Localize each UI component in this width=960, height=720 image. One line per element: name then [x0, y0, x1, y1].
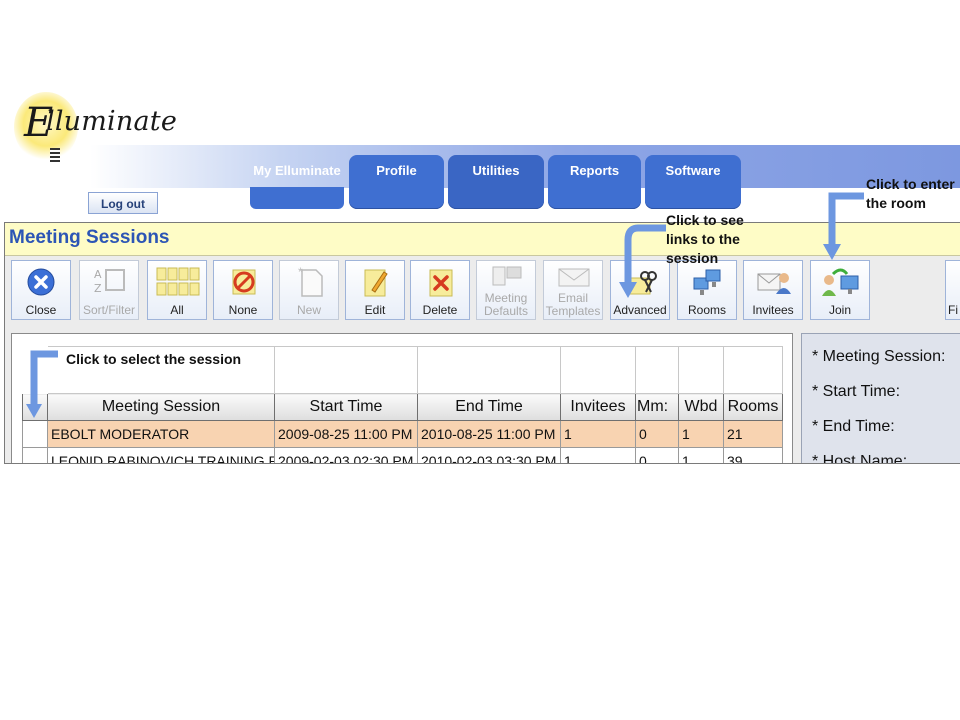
title-bar: Meeting Sessions — [5, 223, 960, 256]
meeting-defaults-label: Meeting Defaults — [483, 291, 529, 318]
annotation-join: Click to enter the room — [866, 176, 955, 211]
session-name-cell: LEONID RABINOVICH TRAINING ROOM — [47, 447, 275, 463]
row-checkbox[interactable] — [22, 420, 48, 448]
start-time-cell: 2009-08-25 11:00 PM — [274, 420, 418, 448]
table-header: Meeting Session Start Time End Time Invi… — [22, 393, 783, 421]
start-time-field-label: * Start Time: — [812, 383, 901, 400]
end-time-cell: 2010-08-25 11:00 PM — [417, 420, 561, 448]
rooms-label: Rooms — [687, 303, 726, 317]
annotation-select: Click to select the session — [66, 351, 242, 367]
toolbar: Close AZ Sort/Filter All None * New Edit… — [5, 256, 960, 326]
host-name-field-label: * Host Name: — [812, 453, 908, 464]
rooms-cell: 21 — [723, 420, 783, 448]
column-header[interactable]: Invitees — [560, 393, 636, 421]
invitees-cell: 1 — [560, 447, 636, 463]
close-label: Close — [25, 303, 57, 317]
tab-my-elluminate-base[interactable] — [250, 187, 344, 209]
edit-icon — [364, 269, 388, 297]
tab-profile[interactable]: Profile — [349, 155, 444, 209]
table-row[interactable]: LEONID RABINOVICH TRAINING ROOM 2009-02-… — [22, 447, 783, 463]
column-header[interactable]: Wbd — [678, 393, 724, 421]
logo-text: lluminate — [46, 106, 178, 137]
tab-software[interactable]: Software — [645, 155, 741, 209]
join-icon — [822, 268, 859, 296]
wbd-cell: 1 — [678, 447, 724, 463]
end-time-field-label: * End Time: — [812, 418, 895, 435]
svg-text:A: A — [94, 268, 102, 281]
email-templates-label: Email Templates — [545, 291, 601, 318]
delete-button[interactable]: Delete — [410, 260, 470, 320]
tab-reports[interactable]: Reports — [548, 155, 641, 209]
tab-label: My Elluminate — [253, 163, 341, 178]
new-button[interactable]: * New — [279, 260, 339, 320]
join-label: Join — [828, 303, 851, 317]
find-label: Fi — [948, 303, 958, 317]
email-templates-icon — [558, 268, 590, 287]
invitees-cell: 1 — [560, 420, 636, 448]
advanced-label: Advanced — [613, 303, 667, 317]
column-header[interactable]: Mm: — [635, 393, 679, 421]
select-none-label: None — [228, 303, 258, 317]
row-checkbox[interactable] — [22, 447, 48, 463]
rooms-cell: 39 — [723, 447, 783, 463]
start-time-cell: 2009-02-03 02:30 PM — [274, 447, 418, 463]
svg-text:*: * — [298, 266, 303, 279]
svg-text:Z: Z — [94, 282, 102, 295]
new-label: New — [296, 303, 321, 317]
tab-label: Utilities — [472, 163, 520, 178]
delete-label: Delete — [422, 303, 458, 317]
select-all-label: All — [170, 303, 184, 317]
tab-utilities[interactable]: Utilities — [448, 155, 544, 209]
meeting-session-field-label: * Meeting Session: — [812, 348, 946, 365]
column-header[interactable]: Start Time — [274, 393, 418, 421]
email-templates-button[interactable]: Email Templates — [543, 260, 603, 320]
column-header[interactable]: Rooms — [723, 393, 783, 421]
join-button[interactable]: Join — [810, 260, 870, 320]
column-header[interactable]: End Time — [417, 393, 561, 421]
invitees-label: Invitees — [752, 303, 794, 317]
invitees-icon — [757, 273, 791, 294]
sort-filter-button[interactable]: AZ Sort/Filter — [79, 260, 139, 320]
invitees-button[interactable]: Invitees — [743, 260, 803, 320]
select-all-icon — [156, 267, 200, 296]
sort-filter-icon: AZ — [94, 268, 125, 295]
meeting-defaults-button[interactable]: Meeting Defaults — [476, 260, 536, 320]
find-button[interactable]: Fi — [945, 260, 960, 320]
session-details-panel: * Meeting Session: * Start Time: * End T… — [801, 333, 960, 464]
close-icon — [27, 268, 55, 296]
tab-label: Profile — [376, 163, 417, 178]
logo-bulb-base-icon — [50, 148, 60, 164]
mm-cell: 0 — [635, 420, 679, 448]
select-all-button[interactable]: All — [147, 260, 207, 320]
select-none-button[interactable]: None — [213, 260, 273, 320]
arrow-advanced-icon — [619, 224, 666, 298]
annotation-advanced: Click to see links to the session — [666, 212, 744, 266]
table-row[interactable]: EBOLT MODERATOR 2009-08-25 11:00 PM 2010… — [22, 420, 783, 448]
logout-button[interactable]: Log out — [88, 192, 158, 214]
tab-label: Software — [665, 163, 721, 178]
edit-button[interactable]: Edit — [345, 260, 405, 320]
tab-label: Reports — [569, 163, 620, 178]
end-time-cell: 2010-02-03 03:30 PM — [417, 447, 561, 463]
rooms-button[interactable]: Rooms — [677, 260, 737, 320]
session-name-cell: EBOLT MODERATOR — [47, 420, 275, 448]
wbd-cell: 1 — [678, 420, 724, 448]
new-icon: * — [298, 266, 323, 297]
arrow-select-icon — [26, 350, 58, 418]
meeting-sessions-panel: Meeting Sessions Close AZ Sort/Filter Al… — [4, 222, 960, 464]
meeting-defaults-icon — [492, 266, 522, 286]
select-none-icon — [232, 269, 256, 295]
mm-cell: 0 — [635, 447, 679, 463]
sort-filter-label: Sort/Filter — [82, 303, 135, 317]
arrow-join-icon — [823, 192, 864, 260]
delete-icon — [429, 269, 453, 297]
close-button[interactable]: Close — [11, 260, 71, 320]
rooms-icon — [693, 269, 721, 295]
page-title: Meeting Sessions — [9, 227, 170, 248]
column-header[interactable]: Meeting Session — [47, 393, 275, 421]
edit-label: Edit — [364, 303, 386, 317]
